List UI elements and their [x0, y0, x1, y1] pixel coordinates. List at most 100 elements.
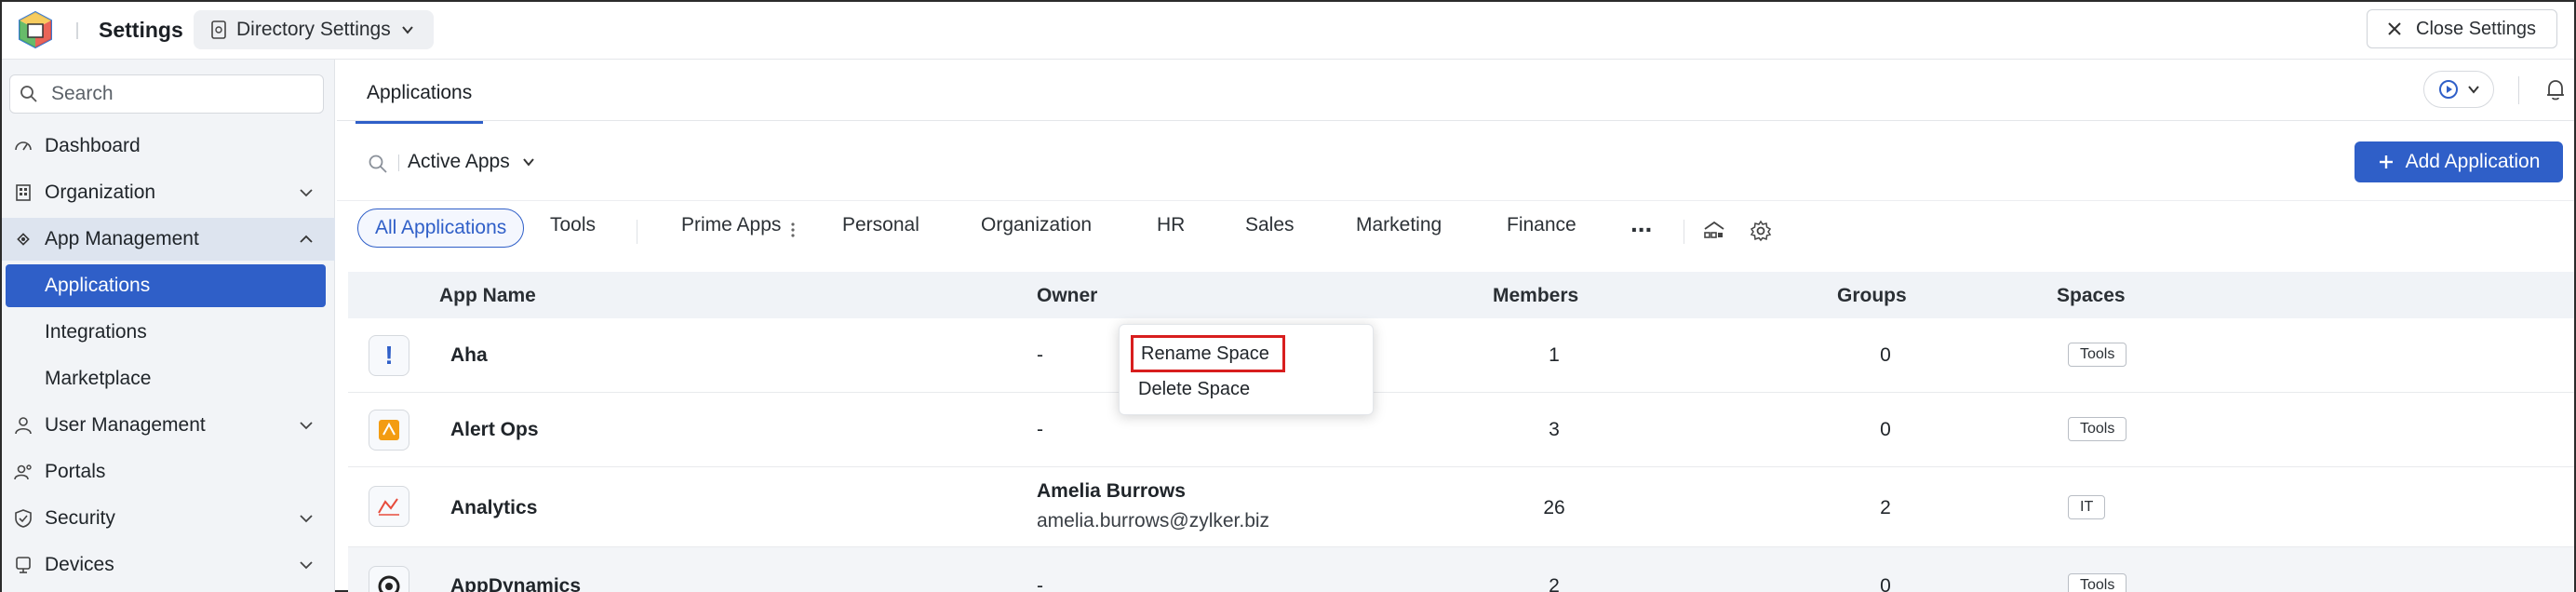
- chevron-down-icon: [2468, 86, 2479, 94]
- app-name[interactable]: Analytics: [450, 497, 537, 519]
- search-icon[interactable]: [367, 153, 389, 175]
- active-apps-label: Active Apps: [408, 151, 510, 172]
- alert-ops-icon: [369, 410, 409, 451]
- space-tab-personal[interactable]: Personal: [842, 214, 919, 236]
- dashboard-icon: [13, 136, 34, 156]
- close-settings-label: Close Settings: [2416, 18, 2536, 39]
- sidebar-item-user-management[interactable]: User Management: [2, 404, 335, 447]
- space-tab-finance[interactable]: Finance: [1507, 214, 1576, 236]
- members-count: 1: [1549, 344, 1560, 366]
- divider: [398, 155, 399, 171]
- sidebar-item-label: Security: [45, 507, 115, 529]
- sidebar-item-dashboard[interactable]: Dashboard: [2, 125, 335, 168]
- column-header-owner[interactable]: Owner: [1037, 285, 1097, 307]
- chevron-down-icon: [300, 422, 313, 430]
- chevron-up-icon: [300, 235, 313, 243]
- space-badge: IT: [2068, 495, 2106, 519]
- add-application-button[interactable]: Add Application: [2355, 141, 2563, 182]
- more-spaces-button[interactable]: ...: [1630, 209, 1652, 238]
- members-count: 3: [1549, 419, 1560, 440]
- sidebar-item-security[interactable]: Security: [2, 497, 335, 540]
- space-tab-sales[interactable]: Sales: [1245, 214, 1295, 236]
- table-header: App Name Owner Members Groups Spaces: [348, 272, 2574, 318]
- sidebar-item-label: Devices: [45, 554, 114, 575]
- space-tab-tools[interactable]: Tools: [550, 214, 596, 236]
- sidebar-item-portals[interactable]: Portals: [2, 451, 335, 493]
- column-header-app-name[interactable]: App Name: [439, 285, 536, 307]
- presence-dropdown-button[interactable]: [2423, 71, 2494, 108]
- device-icon: [13, 555, 34, 575]
- sidebar-item-app-management[interactable]: App Management: [2, 218, 335, 261]
- space-tabs: All Applications Tools Prime Apps Person…: [337, 201, 2574, 259]
- sidebar-item-applications[interactable]: Applications: [6, 264, 326, 307]
- sidebar-item-marketplace[interactable]: Marketplace: [2, 357, 335, 400]
- bell-icon[interactable]: [2542, 76, 2569, 102]
- owner: -: [1037, 419, 1043, 440]
- space-layout-icon[interactable]: [1701, 218, 1727, 244]
- owner: -: [1037, 575, 1043, 592]
- space-tab-organization[interactable]: Organization: [981, 214, 1092, 236]
- app-name[interactable]: Aha: [450, 344, 488, 367]
- sidebar-item-devices[interactable]: Devices: [2, 544, 335, 586]
- column-header-members[interactable]: Members: [1493, 285, 1578, 307]
- members-count: 26: [1543, 497, 1565, 518]
- app-name[interactable]: Alert Ops: [450, 419, 539, 441]
- sidebar-item-label: Applications: [45, 275, 151, 296]
- members-count: 2: [1549, 575, 1560, 592]
- sidebar-search-input[interactable]: Search: [9, 74, 324, 114]
- sidebar: Search Dashboard Organization App Manage…: [2, 60, 335, 592]
- search-placeholder: Search: [51, 83, 114, 104]
- owner-name: Amelia Burrows: [1037, 480, 1186, 502]
- sidebar-item-label: Integrations: [45, 321, 147, 343]
- active-apps-dropdown[interactable]: Active Apps: [408, 151, 536, 173]
- space-tab-prime-apps[interactable]: Prime Apps: [681, 214, 781, 236]
- space-tab-marketing[interactable]: Marketing: [1356, 214, 1442, 236]
- search-icon: [20, 86, 37, 102]
- top-bar: Settings Directory Settings Close Settin…: [2, 2, 2574, 60]
- groups-count: 0: [1880, 575, 1891, 592]
- divider: [2518, 76, 2519, 104]
- sidebar-item-label: User Management: [45, 414, 206, 436]
- tab-applications[interactable]: Applications: [356, 82, 484, 124]
- column-header-spaces[interactable]: Spaces: [2057, 285, 2126, 307]
- sidebar-item-label: Marketplace: [45, 368, 152, 389]
- groups-count: 2: [1880, 497, 1891, 518]
- shield-icon: [13, 508, 34, 529]
- sidebar-item-label: Portals: [45, 461, 106, 482]
- space-badge: Tools: [2068, 343, 2127, 367]
- directory-settings-dropdown[interactable]: Directory Settings: [194, 10, 434, 49]
- rename-space-menu-item[interactable]: Rename Space: [1131, 335, 1285, 372]
- user-icon: [13, 415, 34, 436]
- owner-email[interactable]: amelia.burrows@zylker.biz: [1037, 510, 1269, 532]
- close-icon: [2388, 22, 2401, 35]
- space-badge: Tools: [2068, 417, 2127, 441]
- plus-icon: [2379, 155, 2393, 168]
- table-row[interactable]: Analytics Amelia Burrows amelia.burrows@…: [348, 467, 2574, 547]
- table-row[interactable]: ! Aha - 1 0 Tools: [348, 318, 2574, 393]
- sidebar-item-label: Organization: [45, 182, 156, 203]
- directory-settings-label: Directory Settings: [236, 19, 391, 40]
- table-row[interactable]: Alert Ops - 3 0 Tools: [348, 393, 2574, 467]
- play-circle-icon: [2439, 80, 2458, 99]
- sidebar-item-integrations[interactable]: Integrations: [2, 311, 335, 354]
- sidebar-item-label: Dashboard: [45, 135, 141, 156]
- chevron-down-icon: [522, 158, 534, 167]
- delete-space-menu-item[interactable]: Delete Space: [1138, 379, 1250, 400]
- space-tab-all-applications[interactable]: All Applications: [357, 209, 525, 248]
- chevron-down-icon: [300, 561, 313, 570]
- table-row[interactable]: AppDynamics - 2 0 Tools: [348, 547, 2574, 592]
- space-options-icon[interactable]: [790, 222, 796, 238]
- close-settings-button[interactable]: Close Settings: [2367, 9, 2557, 48]
- main-content: Applications Active Apps Add Application…: [337, 60, 2574, 592]
- chevron-down-icon: [401, 26, 413, 34]
- sidebar-item-organization[interactable]: Organization: [2, 171, 335, 214]
- column-header-groups[interactable]: Groups: [1837, 285, 1907, 307]
- chevron-down-icon: [300, 515, 313, 523]
- app-name[interactable]: AppDynamics: [450, 575, 581, 592]
- tab-bar: Applications: [337, 60, 2574, 124]
- appdynamics-icon: [369, 566, 409, 592]
- document-icon: [211, 20, 226, 39]
- app-logo-icon: [19, 10, 52, 49]
- space-tab-hr[interactable]: HR: [1157, 214, 1185, 236]
- gear-icon[interactable]: [1750, 220, 1772, 242]
